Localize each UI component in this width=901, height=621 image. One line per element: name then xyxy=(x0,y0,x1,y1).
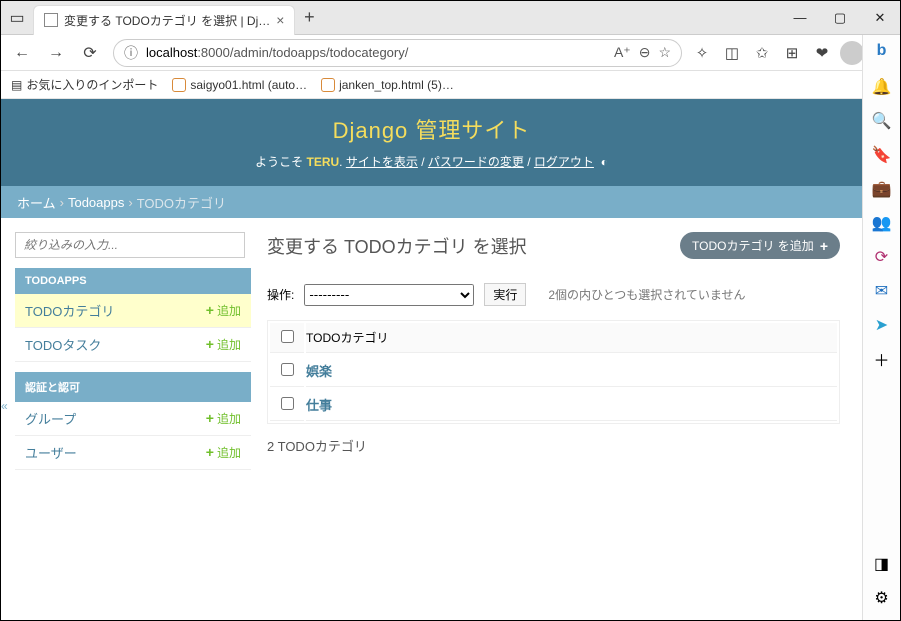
edge-sidebar: b 🔔 🔍 🔖 💼 👥 ⟳ ✉ ➤ ＋ ◨ ⚙ xyxy=(862,35,900,620)
browser-tab[interactable]: 変更する TODOカテゴリ を選択 | Dj… × xyxy=(33,5,295,35)
address-bar[interactable]: ⓘ localhost:8000/admin/todoapps/todocate… xyxy=(113,39,682,67)
settings-icon[interactable]: ⚙ xyxy=(872,588,892,608)
module-caption: 認証と認可 xyxy=(15,372,251,402)
briefcase-icon[interactable]: 💼 xyxy=(872,179,892,199)
favorite-icon[interactable]: ☆ xyxy=(658,44,671,61)
result-table: TODOカテゴリ 娯楽 仕事 xyxy=(267,320,840,424)
breadcrumb-home[interactable]: ホーム xyxy=(17,193,56,212)
model-link[interactable]: グループ xyxy=(25,409,76,428)
window-controls: — ▢ ✕ xyxy=(780,1,900,35)
maximize-button[interactable]: ▢ xyxy=(820,1,860,35)
back-button[interactable]: ← xyxy=(7,38,37,68)
close-window-button[interactable]: ✕ xyxy=(860,1,900,35)
add-link[interactable]: 追加 xyxy=(206,302,241,319)
theme-toggle-icon[interactable]: ◐ xyxy=(601,155,608,169)
split-icon[interactable]: ◫ xyxy=(720,41,744,65)
close-tab-icon[interactable]: × xyxy=(276,12,284,28)
browser-toolbar: ← → ⟳ ⓘ localhost:8000/admin/todoapps/to… xyxy=(1,35,900,71)
bookmark-icon xyxy=(172,78,186,92)
table-row: 娯楽 xyxy=(270,355,837,387)
tab-title: 変更する TODOカテゴリ を選択 | Dj… xyxy=(64,12,270,29)
new-tab-button[interactable]: + xyxy=(295,7,323,28)
result-count: 2 TODOカテゴリ xyxy=(267,436,840,455)
model-link[interactable]: TODOタスク xyxy=(25,335,101,354)
row-checkbox[interactable] xyxy=(281,397,294,410)
site-info-icon[interactable]: ⓘ xyxy=(124,43,138,63)
bing-icon[interactable]: b xyxy=(870,39,894,63)
app-module-todoapps: TODOAPPS TODOカテゴリ 追加 TODOタスク 追加 xyxy=(15,268,251,362)
sync-icon[interactable]: ❤ xyxy=(810,41,834,65)
people-icon[interactable]: 👥 xyxy=(872,213,892,233)
model-row-todocategory[interactable]: TODOカテゴリ 追加 xyxy=(15,294,251,328)
django-header: Django 管理サイト ようこそ TERU. サイトを表示 / パスワードの変… xyxy=(1,99,862,186)
mail-icon[interactable]: ✉ xyxy=(872,281,892,301)
refresh-icon[interactable]: ⟳ xyxy=(872,247,892,267)
bookmarks-bar: ▤ お気に入りのインポート saigyo01.html (auto… janke… xyxy=(1,71,900,99)
favorites-icon[interactable]: ✩ xyxy=(750,41,774,65)
logout-link[interactable]: ログアウト xyxy=(534,155,594,169)
add-link[interactable]: 追加 xyxy=(206,444,241,461)
model-row-todotask[interactable]: TODOタスク 追加 xyxy=(15,328,251,362)
add-sidebar-icon[interactable]: ＋ xyxy=(872,349,892,369)
collections-icon[interactable]: ⊞ xyxy=(780,41,804,65)
model-link[interactable]: ユーザー xyxy=(25,443,77,462)
reload-button[interactable]: ⟳ xyxy=(75,38,105,68)
forward-button[interactable]: → xyxy=(41,38,71,68)
search-icon[interactable]: 🔍 xyxy=(872,111,892,131)
action-select[interactable]: --------- xyxy=(304,284,474,306)
extension-icon[interactable]: ✧ xyxy=(690,41,714,65)
object-link[interactable]: 仕事 xyxy=(306,398,332,413)
row-checkbox[interactable] xyxy=(281,363,294,376)
notification-icon[interactable]: 🔔 xyxy=(872,77,892,97)
reader-icon[interactable]: A⁺ xyxy=(614,44,631,61)
plus-icon: + xyxy=(820,238,828,254)
view-site-link[interactable]: サイトを表示 xyxy=(346,155,418,169)
bookmark-icon xyxy=(321,78,335,92)
add-link[interactable]: 追加 xyxy=(206,410,241,427)
action-label: 操作: xyxy=(267,286,294,303)
window-titlebar: ▭ 変更する TODOカテゴリ を選択 | Dj… × + — ▢ ✕ xyxy=(1,1,900,35)
send-icon[interactable]: ➤ xyxy=(872,315,892,335)
select-all-checkbox[interactable] xyxy=(281,330,294,343)
tab-actions-icon[interactable]: ▭ xyxy=(1,8,33,28)
minimize-button[interactable]: — xyxy=(780,1,820,35)
sidebar-toggle-icon[interactable]: ◨ xyxy=(872,554,892,574)
model-row-user[interactable]: ユーザー 追加 xyxy=(15,436,251,470)
breadcrumb-app[interactable]: Todoapps xyxy=(68,195,124,210)
user-tools: ようこそ TERU. サイトを表示 / パスワードの変更 / ログアウト ◐ xyxy=(1,153,862,170)
url-text: localhost:8000/admin/todoapps/todocatego… xyxy=(146,45,408,60)
filter-input[interactable] xyxy=(15,232,245,258)
actions-bar: 操作: --------- 実行 2個の内ひとつも選択されていません xyxy=(267,283,840,306)
changelist: 変更する TODOカテゴリ を選択 TODOカテゴリ を追加 + 操作: ---… xyxy=(251,218,862,470)
nav-sidebar: TODOAPPS TODOカテゴリ 追加 TODOタスク 追加 認証と認可 グル… xyxy=(1,218,251,470)
object-link[interactable]: 娯楽 xyxy=(306,364,332,379)
page-favicon xyxy=(44,13,58,27)
model-row-group[interactable]: グループ 追加 xyxy=(15,402,251,436)
breadcrumb-current: TODOカテゴリ xyxy=(137,193,226,212)
zoom-icon[interactable]: ⊖ xyxy=(639,44,651,61)
import-favorites[interactable]: ▤ お気に入りのインポート xyxy=(11,76,158,93)
action-go-button[interactable]: 実行 xyxy=(484,283,526,306)
module-caption: TODOAPPS xyxy=(15,268,251,294)
app-module-auth: 認証と認可 グループ 追加 ユーザー 追加 xyxy=(15,372,251,470)
page-title: 変更する TODOカテゴリ を選択 xyxy=(267,233,527,259)
selection-count: 2個の内ひとつも選択されていません xyxy=(548,286,745,303)
add-object-button[interactable]: TODOカテゴリ を追加 + xyxy=(680,232,840,259)
model-link[interactable]: TODOカテゴリ xyxy=(25,301,114,320)
page-content: Django 管理サイト ようこそ TERU. サイトを表示 / パスワードの変… xyxy=(1,99,862,620)
change-password-link[interactable]: パスワードの変更 xyxy=(428,155,524,169)
django-body: TODOAPPS TODOカテゴリ 追加 TODOタスク 追加 認証と認可 グル… xyxy=(1,218,862,470)
profile-avatar[interactable] xyxy=(840,41,864,65)
username: TERU xyxy=(307,155,340,169)
breadcrumbs: ホーム › Todoapps › TODOカテゴリ xyxy=(1,186,862,218)
column-header[interactable]: TODOカテゴリ xyxy=(306,323,837,353)
sidebar-collapse-handle[interactable]: « xyxy=(1,399,8,413)
add-link[interactable]: 追加 xyxy=(206,336,241,353)
table-row: 仕事 xyxy=(270,389,837,421)
tag-icon[interactable]: 🔖 xyxy=(872,145,892,165)
bookmark-item[interactable]: janken_top.html (5)… xyxy=(321,78,454,92)
bookmark-item[interactable]: saigyo01.html (auto… xyxy=(172,78,307,92)
site-title: Django 管理サイト xyxy=(1,113,862,145)
